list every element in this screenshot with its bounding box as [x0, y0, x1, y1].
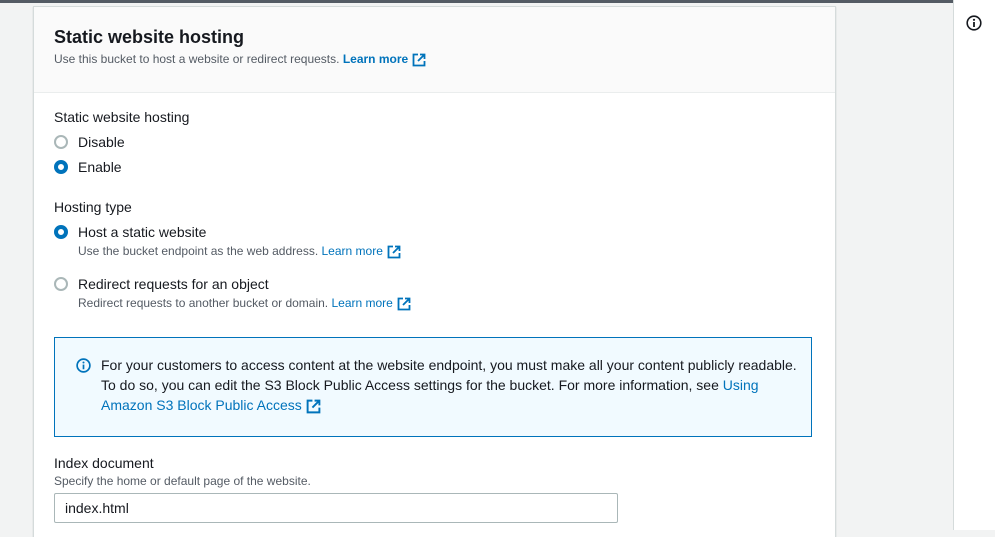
alert-message-text: For your customers to access content at …	[101, 357, 797, 393]
redirect-learn-more-link[interactable]: Learn more	[331, 296, 411, 311]
index-document-description: Specify the home or default page of the …	[54, 474, 311, 488]
external-link-icon	[306, 399, 321, 414]
radio-disable-label[interactable]: Disable	[78, 134, 125, 150]
external-link-icon	[412, 53, 426, 67]
panel-header: Static website hosting Use this bucket t…	[34, 7, 835, 93]
panel-title: Static website hosting	[54, 27, 245, 47]
panel-subtitle-text: Use this bucket to host a website or red…	[54, 52, 340, 66]
hosting-label: Static website hosting	[54, 109, 190, 125]
top-border	[0, 0, 995, 3]
radio-redirect[interactable]	[54, 277, 68, 291]
host-static-description-text: Use the bucket endpoint as the web addre…	[78, 244, 319, 258]
help-panel-rail	[953, 0, 995, 530]
radio-host-static-label[interactable]: Host a static website	[78, 224, 206, 240]
info-circle-icon	[76, 358, 91, 373]
external-link-icon	[387, 245, 401, 259]
panel-subtitle: Use this bucket to host a website or red…	[54, 52, 426, 67]
learn-more-link[interactable]: Learn more	[343, 52, 426, 67]
info-alert: For your customers to access content at …	[54, 337, 812, 437]
alert-message: For your customers to access content at …	[101, 355, 801, 415]
hosting-type-label: Hosting type	[54, 199, 132, 215]
radio-redirect-label[interactable]: Redirect requests for an object	[78, 276, 269, 292]
radio-host-static[interactable]	[54, 225, 68, 239]
redirect-description-text: Redirect requests to another bucket or d…	[78, 296, 329, 310]
host-static-description: Use the bucket endpoint as the web addre…	[78, 244, 401, 259]
index-document-label: Index document	[54, 455, 154, 471]
external-link-icon	[397, 297, 411, 311]
radio-disable[interactable]	[54, 135, 68, 149]
static-website-hosting-panel: Static website hosting Use this bucket t…	[33, 6, 836, 537]
redirect-description: Redirect requests to another bucket or d…	[78, 296, 411, 311]
host-static-learn-more-link[interactable]: Learn more	[322, 244, 401, 259]
index-document-input[interactable]	[54, 493, 618, 523]
radio-enable[interactable]	[54, 160, 68, 174]
info-circle-icon[interactable]	[966, 15, 982, 31]
radio-enable-label[interactable]: Enable	[78, 159, 122, 175]
